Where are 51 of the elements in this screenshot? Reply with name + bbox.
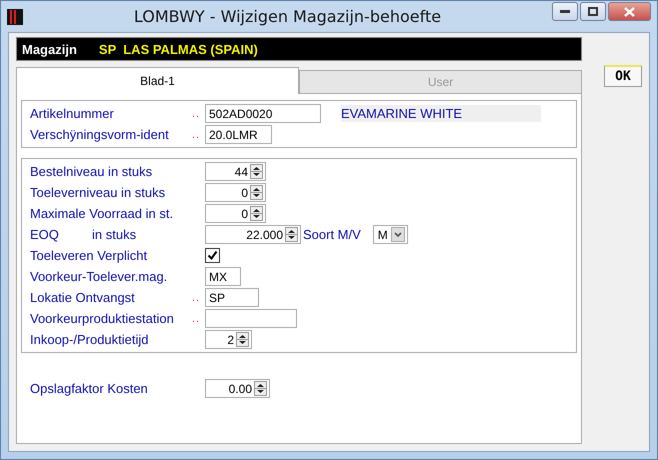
spin-field[interactable]: 22.000 (205, 225, 301, 244)
field-label: Opslagfaktor Kosten (30, 381, 149, 396)
spin-buttons-icon[interactable] (254, 381, 267, 396)
spin-buttons-icon[interactable] (250, 185, 263, 200)
field-label: Verschÿningsvorm-ident (30, 127, 170, 142)
field-label: Voorkeurproduktiestation (30, 311, 175, 326)
minimize-icon (560, 10, 570, 14)
field-label: Inkoop-/Produktietijd (30, 332, 150, 347)
spin-buttons-icon[interactable] (250, 164, 263, 179)
spin-buttons-icon[interactable] (236, 332, 249, 347)
spin-field[interactable]: 0 (205, 183, 266, 202)
checkbox[interactable] (205, 248, 220, 263)
field-label: in stuks (92, 227, 138, 242)
field-label: Soort M/V (303, 227, 361, 242)
close-icon (624, 6, 635, 16)
leader-dots: .. (192, 312, 202, 324)
ok-button[interactable]: OK (604, 65, 642, 87)
maximize-button[interactable] (580, 2, 606, 21)
field-label: Bestelniveau in stuks (30, 164, 154, 179)
field-label: EOQ (30, 227, 60, 242)
text-field[interactable]: MX (205, 267, 241, 286)
warehouse-label: Magazijn (22, 42, 77, 56)
text-field[interactable]: 20.0LMR (205, 125, 272, 144)
leader-dots: .. (192, 292, 202, 304)
text-field[interactable]: 502AD0020 (205, 104, 321, 123)
field-label: Toeleverniveau in stuks (30, 185, 166, 200)
window-title: LOMBWY - Wijzigen Magazijn-behoefte (132, 7, 442, 26)
spin-field[interactable]: 0.00 (205, 379, 270, 398)
minimize-button[interactable] (552, 2, 578, 21)
dropdown[interactable]: M (372, 225, 408, 244)
maximize-icon (588, 7, 598, 16)
article-description: EVAMARINE WHITE (341, 105, 541, 122)
spin-buttons-icon[interactable] (285, 227, 298, 242)
field-label: Voorkeur-Toelever.mag. (30, 269, 168, 284)
field-label: Toeleveren Verplicht (30, 248, 148, 263)
field-label: Lokatie Ontvangst (30, 290, 136, 305)
field-label: Maximale Voorraad in st. (30, 206, 174, 221)
spin-field[interactable]: 0 (205, 204, 266, 223)
tab[interactable]: Blad-1 (16, 67, 299, 94)
text-field[interactable] (205, 309, 297, 328)
spin-field[interactable]: 2 (205, 330, 252, 349)
text-field[interactable]: SP (205, 288, 259, 307)
close-button[interactable] (608, 2, 651, 21)
app-icon (7, 8, 23, 24)
warehouse-name: SP LAS PALMAS (SPAIN) (98, 42, 258, 56)
leader-dots: .. (192, 108, 202, 120)
spin-field[interactable]: 44 (205, 162, 266, 181)
leader-dots: .. (192, 128, 202, 140)
spin-buttons-icon[interactable] (250, 206, 263, 221)
field-label: Artikelnummer (30, 106, 115, 121)
caret-icon (390, 227, 405, 242)
